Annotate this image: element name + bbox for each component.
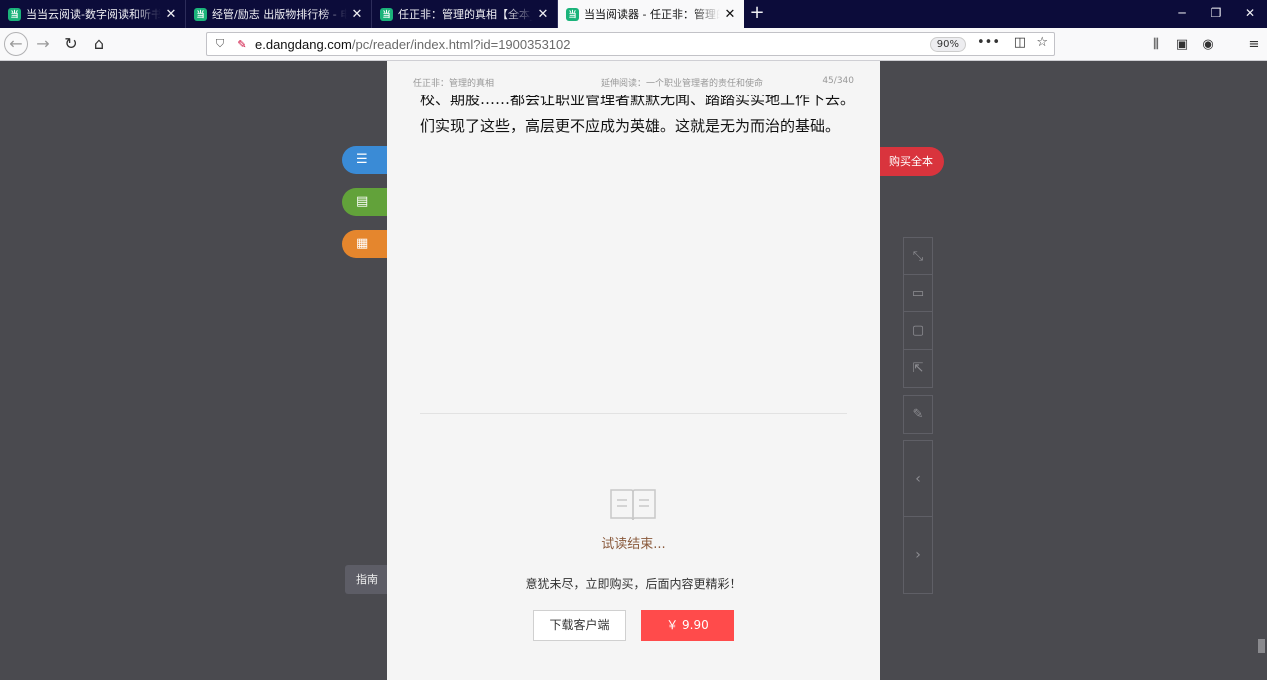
browser-right-tools: ⫼ ▣ ◉ ≡ <box>1143 28 1267 61</box>
tab-strip: 当 当当云阅读-数字阅读和听书平台 ✕ 当 经管/励志 出版物排行榜 - 电子书… <box>0 0 1267 28</box>
browser-tab-active[interactable]: 当 当当阅读器 - 任正非：管理的真相 ✕ <box>558 0 744 28</box>
forward-button[interactable]: → <box>30 31 56 57</box>
url-domain: e.dangdang.com <box>255 36 352 52</box>
zoom-badge[interactable]: 90% <box>929 37 966 52</box>
page-counter: 45/340 <box>822 76 854 86</box>
tab-title: 经管/励志 出版物排行榜 - 电子书 <box>212 8 347 21</box>
page-nav: ‹ › <box>903 440 933 594</box>
book-page: 任正非：管理的真相 延伸阅读：一个职业管理者的责任和使命 45/340 校、期股… <box>387 61 880 680</box>
reload-button[interactable]: ↻ <box>58 31 84 57</box>
scrollbar-thumb[interactable] <box>1258 639 1265 653</box>
home-button[interactable]: ⌂ <box>86 31 112 57</box>
dangdang-favicon-icon: 当 <box>380 7 393 21</box>
guide-button[interactable]: 指南 <box>345 565 389 594</box>
running-head: 任正非：管理的真相 延伸阅读：一个职业管理者的责任和使命 45/340 <box>413 76 854 89</box>
qrcode-icon: ▦ <box>356 236 369 251</box>
next-page-icon[interactable]: › <box>904 517 932 593</box>
restore-icon[interactable]: ❐ <box>1199 0 1233 28</box>
dangdang-favicon-icon: 当 <box>566 7 579 21</box>
minimize-icon[interactable]: ─ <box>1165 0 1199 28</box>
browser-tab[interactable]: 当 任正非：管理的真相【全本_书评 ✕ <box>372 0 558 28</box>
body-line: 校、期股……都会让职业管理者默默无闻、踏踏实实地工作下去。我 <box>420 95 847 108</box>
share-icon[interactable]: ⇱ <box>904 350 932 387</box>
browser-tab[interactable]: 当 当当云阅读-数字阅读和听书平台 ✕ <box>0 0 186 28</box>
back-button[interactable]: ← <box>4 32 28 56</box>
bookmark-star-icon[interactable]: ☆ <box>1036 35 1048 50</box>
sidebar-icon[interactable]: ▣ <box>1169 37 1195 52</box>
buy-full-book-button[interactable]: 购买全本 <box>878 147 944 176</box>
purchase-promo-text: 意犹未尽，立即购买，后面内容更精彩！ <box>525 577 742 591</box>
trial-end-text: 试读结束... <box>601 537 666 552</box>
account-icon[interactable]: ◉ <box>1195 37 1221 52</box>
reader-side-tools: ⇱ <box>903 349 933 388</box>
url-text[interactable]: e.dangdang.com/pc/reader/index.html?id=1… <box>255 37 571 52</box>
shield-icon[interactable]: ⛉ <box>211 37 229 51</box>
close-tab-icon[interactable]: ✕ <box>351 7 363 22</box>
comment-icon[interactable]: ▢ <box>904 312 932 349</box>
window-controls: ─ ❐ ✕ <box>1165 0 1267 28</box>
close-tab-icon[interactable]: ✕ <box>165 7 177 22</box>
insecure-lock-icon[interactable]: ✎ <box>233 38 251 51</box>
table-of-contents-button[interactable]: ☰ <box>342 146 392 174</box>
url-bar[interactable]: ⛉ ✎ e.dangdang.com/pc/reader/index.html?… <box>206 32 1055 56</box>
tab-title: 当当云阅读-数字阅读和听书平台 <box>26 8 161 21</box>
tab-title: 当当阅读器 - 任正非：管理的真相 <box>584 8 720 21</box>
fullscreen-icon[interactable]: ⤡ <box>904 238 932 275</box>
nav-toolbar: ← → ↻ ⌂ ⛉ ✎ e.dangdang.com/pc/reader/ind… <box>0 28 1267 61</box>
book-body-text: 校、期股……都会让职业管理者默默无闻、踏踏实实地工作下去。我 们实现了这些，高层… <box>420 95 847 137</box>
close-tab-icon[interactable]: ✕ <box>537 7 549 22</box>
url-path: /pc/reader/index.html?id=1900353102 <box>351 36 571 52</box>
browser-tab[interactable]: 当 经管/励志 出版物排行榜 - 电子书 ✕ <box>186 0 372 28</box>
prev-page-icon[interactable]: ‹ <box>904 441 932 517</box>
body-line: 们实现了这些，高层更不应成为英雄。这就是无为而治的基础。 <box>420 117 841 135</box>
pen-icon[interactable]: ✎ <box>904 396 932 433</box>
layout-icon[interactable]: ▭ <box>904 275 932 312</box>
qrcode-button[interactable]: ▦ <box>342 230 392 258</box>
reader-stage: ☰ ▤ ▦ 指南 购买全本 任正非：管理的真相 延伸阅读：一个职业管理者的责任和… <box>0 61 1267 680</box>
buy-price-button[interactable]: ￥ 9.90 <box>641 610 734 641</box>
chapter-title-header: 延伸阅读：一个职业管理者的责任和使命 <box>601 79 764 89</box>
reader-side-tools: ✎ <box>903 395 933 434</box>
menu-icon[interactable]: ≡ <box>1241 37 1267 52</box>
close-tab-icon[interactable]: ✕ <box>724 7 736 22</box>
notes-button[interactable]: ▤ <box>342 188 392 216</box>
dangdang-favicon-icon: 当 <box>194 7 207 21</box>
pocket-icon[interactable]: ◫ <box>1014 35 1026 50</box>
note-icon: ▤ <box>356 194 369 209</box>
tab-title: 任正非：管理的真相【全本_书评 <box>398 8 533 21</box>
download-client-button[interactable]: 下载客户端 <box>533 610 626 641</box>
list-icon: ☰ <box>356 152 368 167</box>
close-window-icon[interactable]: ✕ <box>1233 0 1267 28</box>
book-title-header: 任正非：管理的真相 <box>413 79 495 89</box>
library-icon[interactable]: ⫼ <box>1143 37 1169 52</box>
new-tab-button[interactable]: + <box>744 0 770 28</box>
page-actions-icon[interactable]: ••• <box>977 35 1000 50</box>
divider <box>420 413 847 414</box>
open-book-icon <box>610 489 656 521</box>
reader-side-tools: ⤡ ▭ ▢ <box>903 237 933 350</box>
dangdang-favicon-icon: 当 <box>8 7 21 21</box>
